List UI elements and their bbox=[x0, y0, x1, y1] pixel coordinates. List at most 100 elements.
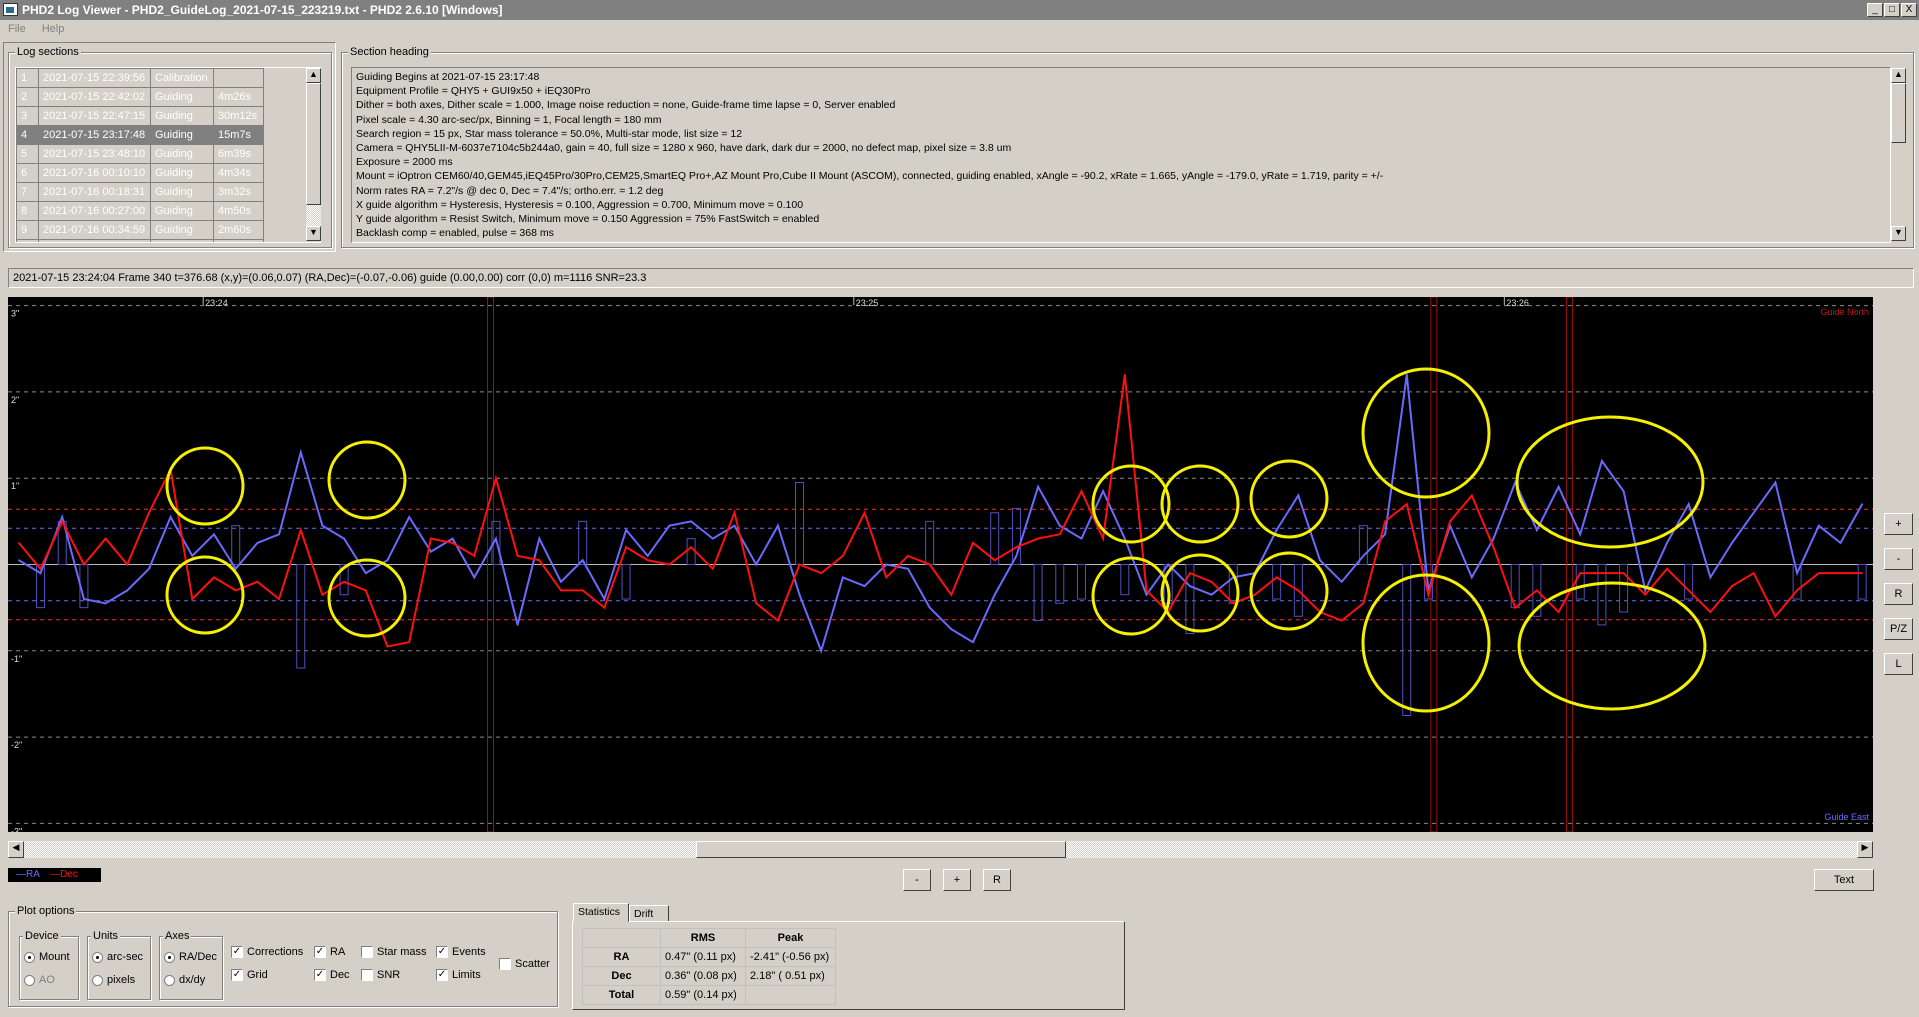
log-section-cell: 2 bbox=[16, 87, 39, 107]
series-ra-point bbox=[1579, 533, 1582, 536]
heading-line: Guiding Begins at 2021-07-15 23:17:48 bbox=[356, 71, 540, 83]
series-dec-point bbox=[1254, 593, 1256, 596]
limits-checkbox[interactable]: ✓ Limits bbox=[436, 969, 481, 982]
scroll-right-button[interactable]: ▶ bbox=[1857, 841, 1873, 858]
axes-radec-radio[interactable]: RA/Dec bbox=[164, 951, 217, 963]
series-dec-point bbox=[950, 593, 953, 596]
log-section-row[interactable]: 9 2021-07-16 00:34:59 Guiding 2m60s bbox=[16, 220, 264, 240]
series-ra-point bbox=[1124, 537, 1126, 540]
chart-zoom-in-button[interactable]: + bbox=[1884, 513, 1913, 535]
scatter-label: Scatter bbox=[515, 958, 550, 970]
log-section-row[interactable]: 7 2021-07-16 00:18:31 Guiding 3m32s bbox=[16, 182, 264, 202]
log-section-row[interactable]: 6 2021-07-16 00:10:10 Guiding 4m34s bbox=[16, 163, 264, 183]
scroll-down-button[interactable]: ▼ bbox=[306, 226, 321, 241]
series-ra-point bbox=[1297, 494, 1300, 497]
log-section-cell: 4 bbox=[16, 125, 39, 145]
series-ra-point bbox=[191, 555, 194, 557]
dec-checkbox[interactable]: ✓ Dec bbox=[314, 969, 350, 982]
log-sections-list[interactable]: 1 2021-07-15 22:39:56 Calibration 2 2021-07-… bbox=[15, 67, 321, 243]
text-button[interactable]: Text bbox=[1814, 869, 1874, 891]
section-heading-group: Section heading Guiding Begins at 2021-0… bbox=[341, 46, 1914, 248]
corrections-checkbox[interactable]: ✓ Corrections bbox=[231, 946, 303, 959]
star-mass-checkbox[interactable]: Star mass bbox=[361, 946, 427, 959]
series-dec-point bbox=[451, 542, 454, 544]
plot-options-label: Plot options bbox=[15, 905, 77, 917]
heading-scroll-thumb[interactable] bbox=[1891, 83, 1906, 143]
log-section-row[interactable]: 3 2021-07-15 22:47:15 Guiding 30m12s bbox=[16, 106, 264, 126]
log-section-row[interactable]: 2 2021-07-15 22:42:02 Guiding 4m26s bbox=[16, 87, 264, 107]
scatter-checkbox[interactable]: Scatter bbox=[499, 958, 550, 971]
log-section-cell: Guiding bbox=[150, 220, 214, 240]
log-section-row[interactable]: 1 2021-07-15 22:39:56 Calibration bbox=[16, 68, 264, 88]
guide-graph[interactable]: 3" 2" 1" -1" -2" -3" 23:24 23:25 23:26 Guide Nort… bbox=[8, 297, 1873, 832]
units-group: Units arc-sec pixels bbox=[87, 930, 151, 1000]
heading-scroll-up[interactable]: ▲ bbox=[1891, 68, 1906, 83]
axes-dxdy-radio[interactable]: dx/dy bbox=[164, 974, 205, 986]
heading-scroll-down[interactable]: ▼ bbox=[1891, 226, 1906, 241]
horizontal-scroll-thumb[interactable] bbox=[696, 841, 1066, 858]
log-section-cell: 4m50s bbox=[213, 201, 264, 221]
y-tick-label: 1" bbox=[11, 481, 19, 491]
series-ra-point bbox=[928, 606, 931, 609]
series-ra-point bbox=[256, 542, 259, 544]
zoom-reset-button[interactable]: R bbox=[983, 869, 1011, 891]
series-ra-point bbox=[430, 550, 432, 553]
chart-zoom-out-button[interactable]: - bbox=[1884, 548, 1913, 570]
units-arcsec-radio[interactable]: arc-sec bbox=[92, 951, 143, 963]
axes-group: Axes RA/Dec dx/dy bbox=[159, 930, 223, 1000]
snr-checkbox[interactable]: SNR bbox=[361, 969, 400, 982]
scrollbar-track[interactable] bbox=[306, 205, 321, 226]
maximize-button[interactable]: □ bbox=[1884, 3, 1900, 17]
series-dec-point bbox=[1579, 572, 1582, 574]
minimize-button[interactable]: _ bbox=[1867, 3, 1883, 17]
zoom-in-button[interactable]: + bbox=[943, 869, 971, 891]
scroll-left-button[interactable]: ◀ bbox=[8, 841, 24, 858]
menu-bar: File Help bbox=[0, 20, 1919, 38]
tab-statistics[interactable]: Statistics bbox=[573, 903, 629, 922]
log-section-row[interactable]: 5 2021-07-15 23:48:10 Guiding 6m39s bbox=[16, 144, 264, 164]
events-label: Events bbox=[452, 946, 486, 958]
log-section-cell: 1 bbox=[16, 68, 39, 88]
close-button[interactable]: X bbox=[1901, 3, 1917, 17]
units-pixels-radio[interactable]: pixels bbox=[92, 974, 135, 986]
series-dec-point bbox=[1210, 580, 1213, 583]
series-ra-point bbox=[1557, 486, 1560, 488]
ra-label: RA bbox=[330, 946, 346, 958]
series-ra-point bbox=[1275, 529, 1278, 531]
series-dec-point bbox=[1189, 572, 1191, 574]
device-mount-radio[interactable]: Mount bbox=[24, 951, 70, 963]
chart-reset-button[interactable]: R bbox=[1884, 583, 1913, 605]
section-heading-text[interactable]: Guiding Begins at 2021-07-15 23:17:48 Equ… bbox=[351, 67, 1891, 243]
log-section-cell: Guiding bbox=[150, 106, 214, 126]
events-checkbox[interactable]: ✓ Events bbox=[436, 946, 486, 959]
legend-ra: —RA bbox=[16, 869, 40, 880]
menu-file[interactable]: File bbox=[8, 23, 26, 35]
series-dec-point bbox=[798, 563, 801, 566]
stats-cell: Dec bbox=[582, 966, 661, 986]
series-dec-point bbox=[473, 555, 476, 557]
log-section-row[interactable]: 4 2021-07-15 23:17:48 Guiding 15m7s bbox=[16, 125, 264, 145]
scroll-up-button[interactable]: ▲ bbox=[306, 68, 321, 83]
tab-drift[interactable]: Drift bbox=[629, 905, 669, 922]
scrollbar-thumb[interactable] bbox=[306, 83, 321, 205]
log-section-row[interactable]: 8 2021-07-16 00:27:00 Guiding 4m50s bbox=[16, 201, 264, 221]
units-arcsec-label: arc-sec bbox=[107, 951, 144, 963]
series-dec-point bbox=[733, 511, 736, 514]
series-ra-point bbox=[993, 593, 996, 596]
app-icon bbox=[3, 3, 18, 16]
series-dec-point bbox=[1449, 520, 1451, 523]
stats-cell: -2.41" (-0.56 px) bbox=[745, 947, 836, 967]
series-ra-point bbox=[1644, 589, 1647, 592]
menu-help[interactable]: Help bbox=[42, 23, 65, 35]
log-section-cell: 2021-07-16 00:18:31 bbox=[38, 182, 151, 202]
units-label: Units bbox=[91, 930, 121, 942]
heading-line: Mount = iOptron CEM60/40,GEM45,iEQ45Pro/… bbox=[356, 170, 1384, 183]
ra-checkbox[interactable]: ✓ RA bbox=[314, 946, 346, 959]
chart-pz-button[interactable]: P/Z bbox=[1884, 618, 1913, 640]
zoom-out-button[interactable]: - bbox=[903, 869, 931, 891]
series-dec-point bbox=[256, 580, 259, 583]
chart-horizontal-scrollbar[interactable]: ◀ ▶ bbox=[8, 841, 1873, 858]
heading-line: Equipment Profile = QHY5 + GUI9x50 + iEQ… bbox=[356, 85, 591, 98]
chart-l-button[interactable]: L bbox=[1884, 653, 1913, 675]
grid-checkbox[interactable]: ✓ Grid bbox=[231, 969, 268, 982]
